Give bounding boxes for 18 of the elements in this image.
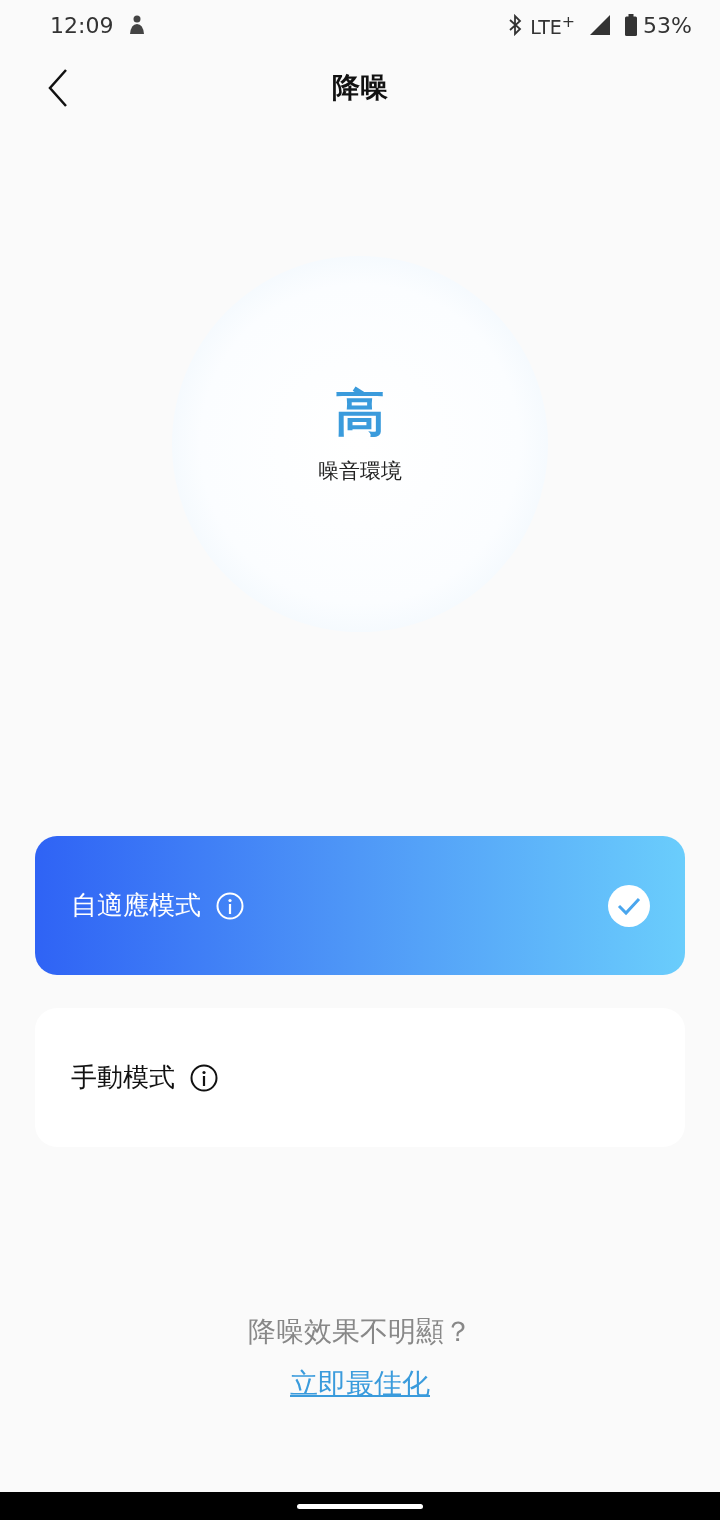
info-icon[interactable] <box>189 1062 219 1093</box>
noise-level-caption: 噪音環境 <box>318 457 402 485</box>
mode-label: 手動模式 <box>71 1061 175 1094</box>
noise-level-value: 高 <box>335 382 385 444</box>
mode-option[interactable]: 手動模式 <box>35 1008 685 1147</box>
mode-option[interactable]: 自適應模式 <box>35 836 685 975</box>
signal-icon <box>589 14 612 36</box>
mode-label: 自適應模式 <box>71 889 201 922</box>
battery-icon <box>625 14 638 36</box>
status-time: 12:09 <box>50 12 114 38</box>
bluetooth-icon <box>508 14 523 36</box>
check-icon <box>607 883 651 928</box>
optimize-link[interactable]: 立即最佳化 <box>290 1365 430 1403</box>
footer-question: 降噪效果不明顯？ <box>248 1314 472 1350</box>
page-title: 降噪 <box>332 70 388 106</box>
home-handle[interactable] <box>297 1503 423 1509</box>
battery-level: 53% <box>643 12 692 38</box>
network-type: LTE$^{+}$ <box>530 11 576 39</box>
